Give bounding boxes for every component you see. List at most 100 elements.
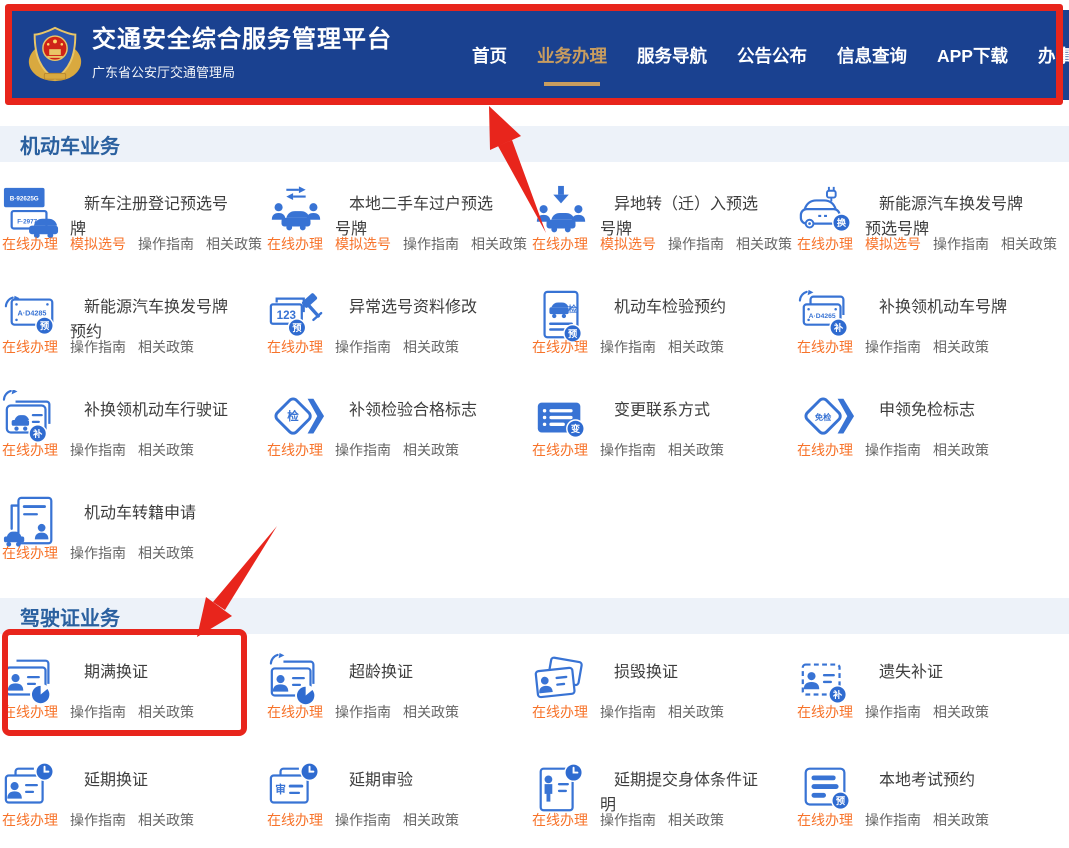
- link-policy[interactable]: 相关政策: [138, 810, 194, 830]
- service-links: 在线办理操作指南相关政策: [2, 337, 194, 357]
- service-title: 异常选号资料修改: [335, 285, 495, 320]
- service-title: 补换领机动车行驶证: [70, 388, 230, 423]
- link-online[interactable]: 在线办理: [797, 810, 853, 830]
- svg-text:预: 预: [836, 796, 846, 806]
- link-online[interactable]: 在线办理: [2, 234, 58, 254]
- link-simulate[interactable]: 模拟选号: [335, 234, 391, 254]
- link-policy[interactable]: 相关政策: [403, 337, 459, 357]
- service-title: 机动车转籍申请: [70, 491, 230, 526]
- link-simulate[interactable]: 模拟选号: [865, 234, 921, 254]
- svg-text:补: 补: [32, 428, 43, 439]
- link-guide[interactable]: 操作指南: [335, 440, 391, 460]
- link-guide[interactable]: 操作指南: [600, 440, 656, 460]
- link-online[interactable]: 在线办理: [797, 440, 853, 460]
- section-header-bar: 机动车业务: [0, 126, 1069, 162]
- business-sections: 机动车业务B·92625GF·2977新车注册登记预选号牌在线办理模拟选号操作指…: [0, 0, 1069, 848]
- link-online[interactable]: 在线办理: [267, 337, 323, 357]
- service-links: 在线办理模拟选号操作指南相关政策: [532, 234, 792, 254]
- svg-text:预: 预: [292, 323, 302, 333]
- link-guide[interactable]: 操作指南: [865, 337, 921, 357]
- link-simulate[interactable]: 模拟选号: [600, 234, 656, 254]
- link-guide[interactable]: 操作指南: [933, 234, 989, 254]
- link-online[interactable]: 在线办理: [267, 234, 323, 254]
- service-links: 在线办理操作指南相关政策: [532, 337, 724, 357]
- link-policy[interactable]: 相关政策: [138, 337, 194, 357]
- service-links: 在线办理操作指南相关政策: [532, 702, 724, 722]
- link-policy[interactable]: 相关政策: [138, 702, 194, 722]
- link-online[interactable]: 在线办理: [532, 234, 588, 254]
- section-title: 机动车业务: [0, 130, 120, 159]
- link-online[interactable]: 在线办理: [267, 810, 323, 830]
- link-online[interactable]: 在线办理: [2, 440, 58, 460]
- link-guide[interactable]: 操作指南: [70, 440, 126, 460]
- link-policy[interactable]: 相关政策: [138, 543, 194, 563]
- link-policy[interactable]: 相关政策: [668, 810, 724, 830]
- svg-text:预: 预: [40, 321, 50, 331]
- link-guide[interactable]: 操作指南: [865, 810, 921, 830]
- link-online[interactable]: 在线办理: [532, 702, 588, 722]
- link-policy[interactable]: 相关政策: [668, 440, 724, 460]
- service-title: 申领免检标志: [865, 388, 1025, 423]
- link-online[interactable]: 在线办理: [797, 234, 853, 254]
- link-policy[interactable]: 相关政策: [933, 702, 989, 722]
- link-online[interactable]: 在线办理: [2, 543, 58, 563]
- link-simulate[interactable]: 模拟选号: [70, 234, 126, 254]
- service-links: 在线办理操作指南相关政策: [532, 810, 724, 830]
- link-online[interactable]: 在线办理: [532, 440, 588, 460]
- link-online[interactable]: 在线办理: [532, 810, 588, 830]
- link-policy[interactable]: 相关政策: [403, 810, 459, 830]
- service-card: 补遗失补证在线办理操作指南相关政策: [795, 650, 1060, 758]
- service-card: 超龄换证在线办理操作指南相关政策: [265, 650, 530, 758]
- link-policy[interactable]: 相关政策: [933, 337, 989, 357]
- link-policy[interactable]: 相关政策: [933, 810, 989, 830]
- link-policy[interactable]: 相关政策: [668, 337, 724, 357]
- link-online[interactable]: 在线办理: [2, 702, 58, 722]
- service-title: 期满换证: [70, 650, 230, 685]
- link-guide[interactable]: 操作指南: [70, 810, 126, 830]
- link-online[interactable]: 在线办理: [2, 810, 58, 830]
- link-online[interactable]: 在线办理: [2, 337, 58, 357]
- link-online[interactable]: 在线办理: [267, 702, 323, 722]
- service-card: 机动车转籍申请在线办理操作指南相关政策: [0, 491, 265, 594]
- link-policy[interactable]: 相关政策: [138, 440, 194, 460]
- link-online[interactable]: 在线办理: [267, 440, 323, 460]
- link-guide[interactable]: 操作指南: [865, 440, 921, 460]
- link-policy[interactable]: 相关政策: [403, 702, 459, 722]
- service-links: 在线办理模拟选号操作指南相关政策: [797, 234, 1057, 254]
- link-guide[interactable]: 操作指南: [600, 702, 656, 722]
- section-driver-license: 驾驶证业务期满换证在线办理操作指南相关政策超龄换证在线办理操作指南相关政策损毁换…: [0, 598, 1069, 848]
- service-card: 异地转（迁）入预选号牌在线办理模拟选号操作指南相关政策: [530, 182, 795, 285]
- link-online[interactable]: 在线办理: [797, 702, 853, 722]
- link-guide[interactable]: 操作指南: [70, 543, 126, 563]
- svg-text:B·92625G: B·92625G: [10, 195, 39, 202]
- link-guide[interactable]: 操作指南: [403, 234, 459, 254]
- link-guide[interactable]: 操作指南: [668, 234, 724, 254]
- link-online[interactable]: 在线办理: [797, 337, 853, 357]
- svg-text:审: 审: [275, 783, 286, 796]
- service-card: A·D4285预新能源汽车换发号牌预约在线办理操作指南相关政策: [0, 285, 265, 388]
- link-policy[interactable]: 相关政策: [403, 440, 459, 460]
- service-title: 机动车检验预约: [600, 285, 760, 320]
- link-guide[interactable]: 操作指南: [335, 810, 391, 830]
- link-guide[interactable]: 操作指南: [335, 702, 391, 722]
- service-links: 在线办理操作指南相关政策: [532, 440, 724, 460]
- link-guide[interactable]: 操作指南: [600, 337, 656, 357]
- link-policy[interactable]: 相关政策: [1001, 234, 1057, 254]
- link-guide[interactable]: 操作指南: [70, 702, 126, 722]
- service-title: 损毁换证: [600, 650, 760, 685]
- link-guide[interactable]: 操作指南: [70, 337, 126, 357]
- service-card: 换新能源汽车换发号牌预选号牌在线办理模拟选号操作指南相关政策: [795, 182, 1060, 285]
- link-guide[interactable]: 操作指南: [138, 234, 194, 254]
- link-guide[interactable]: 操作指南: [335, 337, 391, 357]
- link-policy[interactable]: 相关政策: [471, 234, 527, 254]
- link-guide[interactable]: 操作指南: [600, 810, 656, 830]
- link-policy[interactable]: 相关政策: [736, 234, 792, 254]
- link-guide[interactable]: 操作指南: [865, 702, 921, 722]
- link-policy[interactable]: 相关政策: [206, 234, 262, 254]
- link-policy[interactable]: 相关政策: [668, 702, 724, 722]
- link-policy[interactable]: 相关政策: [933, 440, 989, 460]
- service-card: 检预机动车检验预约在线办理操作指南相关政策: [530, 285, 795, 388]
- service-title: 延期审验: [335, 758, 495, 793]
- link-online[interactable]: 在线办理: [532, 337, 588, 357]
- service-card: 补 补换领机动车行驶证在线办理操作指南相关政策: [0, 388, 265, 491]
